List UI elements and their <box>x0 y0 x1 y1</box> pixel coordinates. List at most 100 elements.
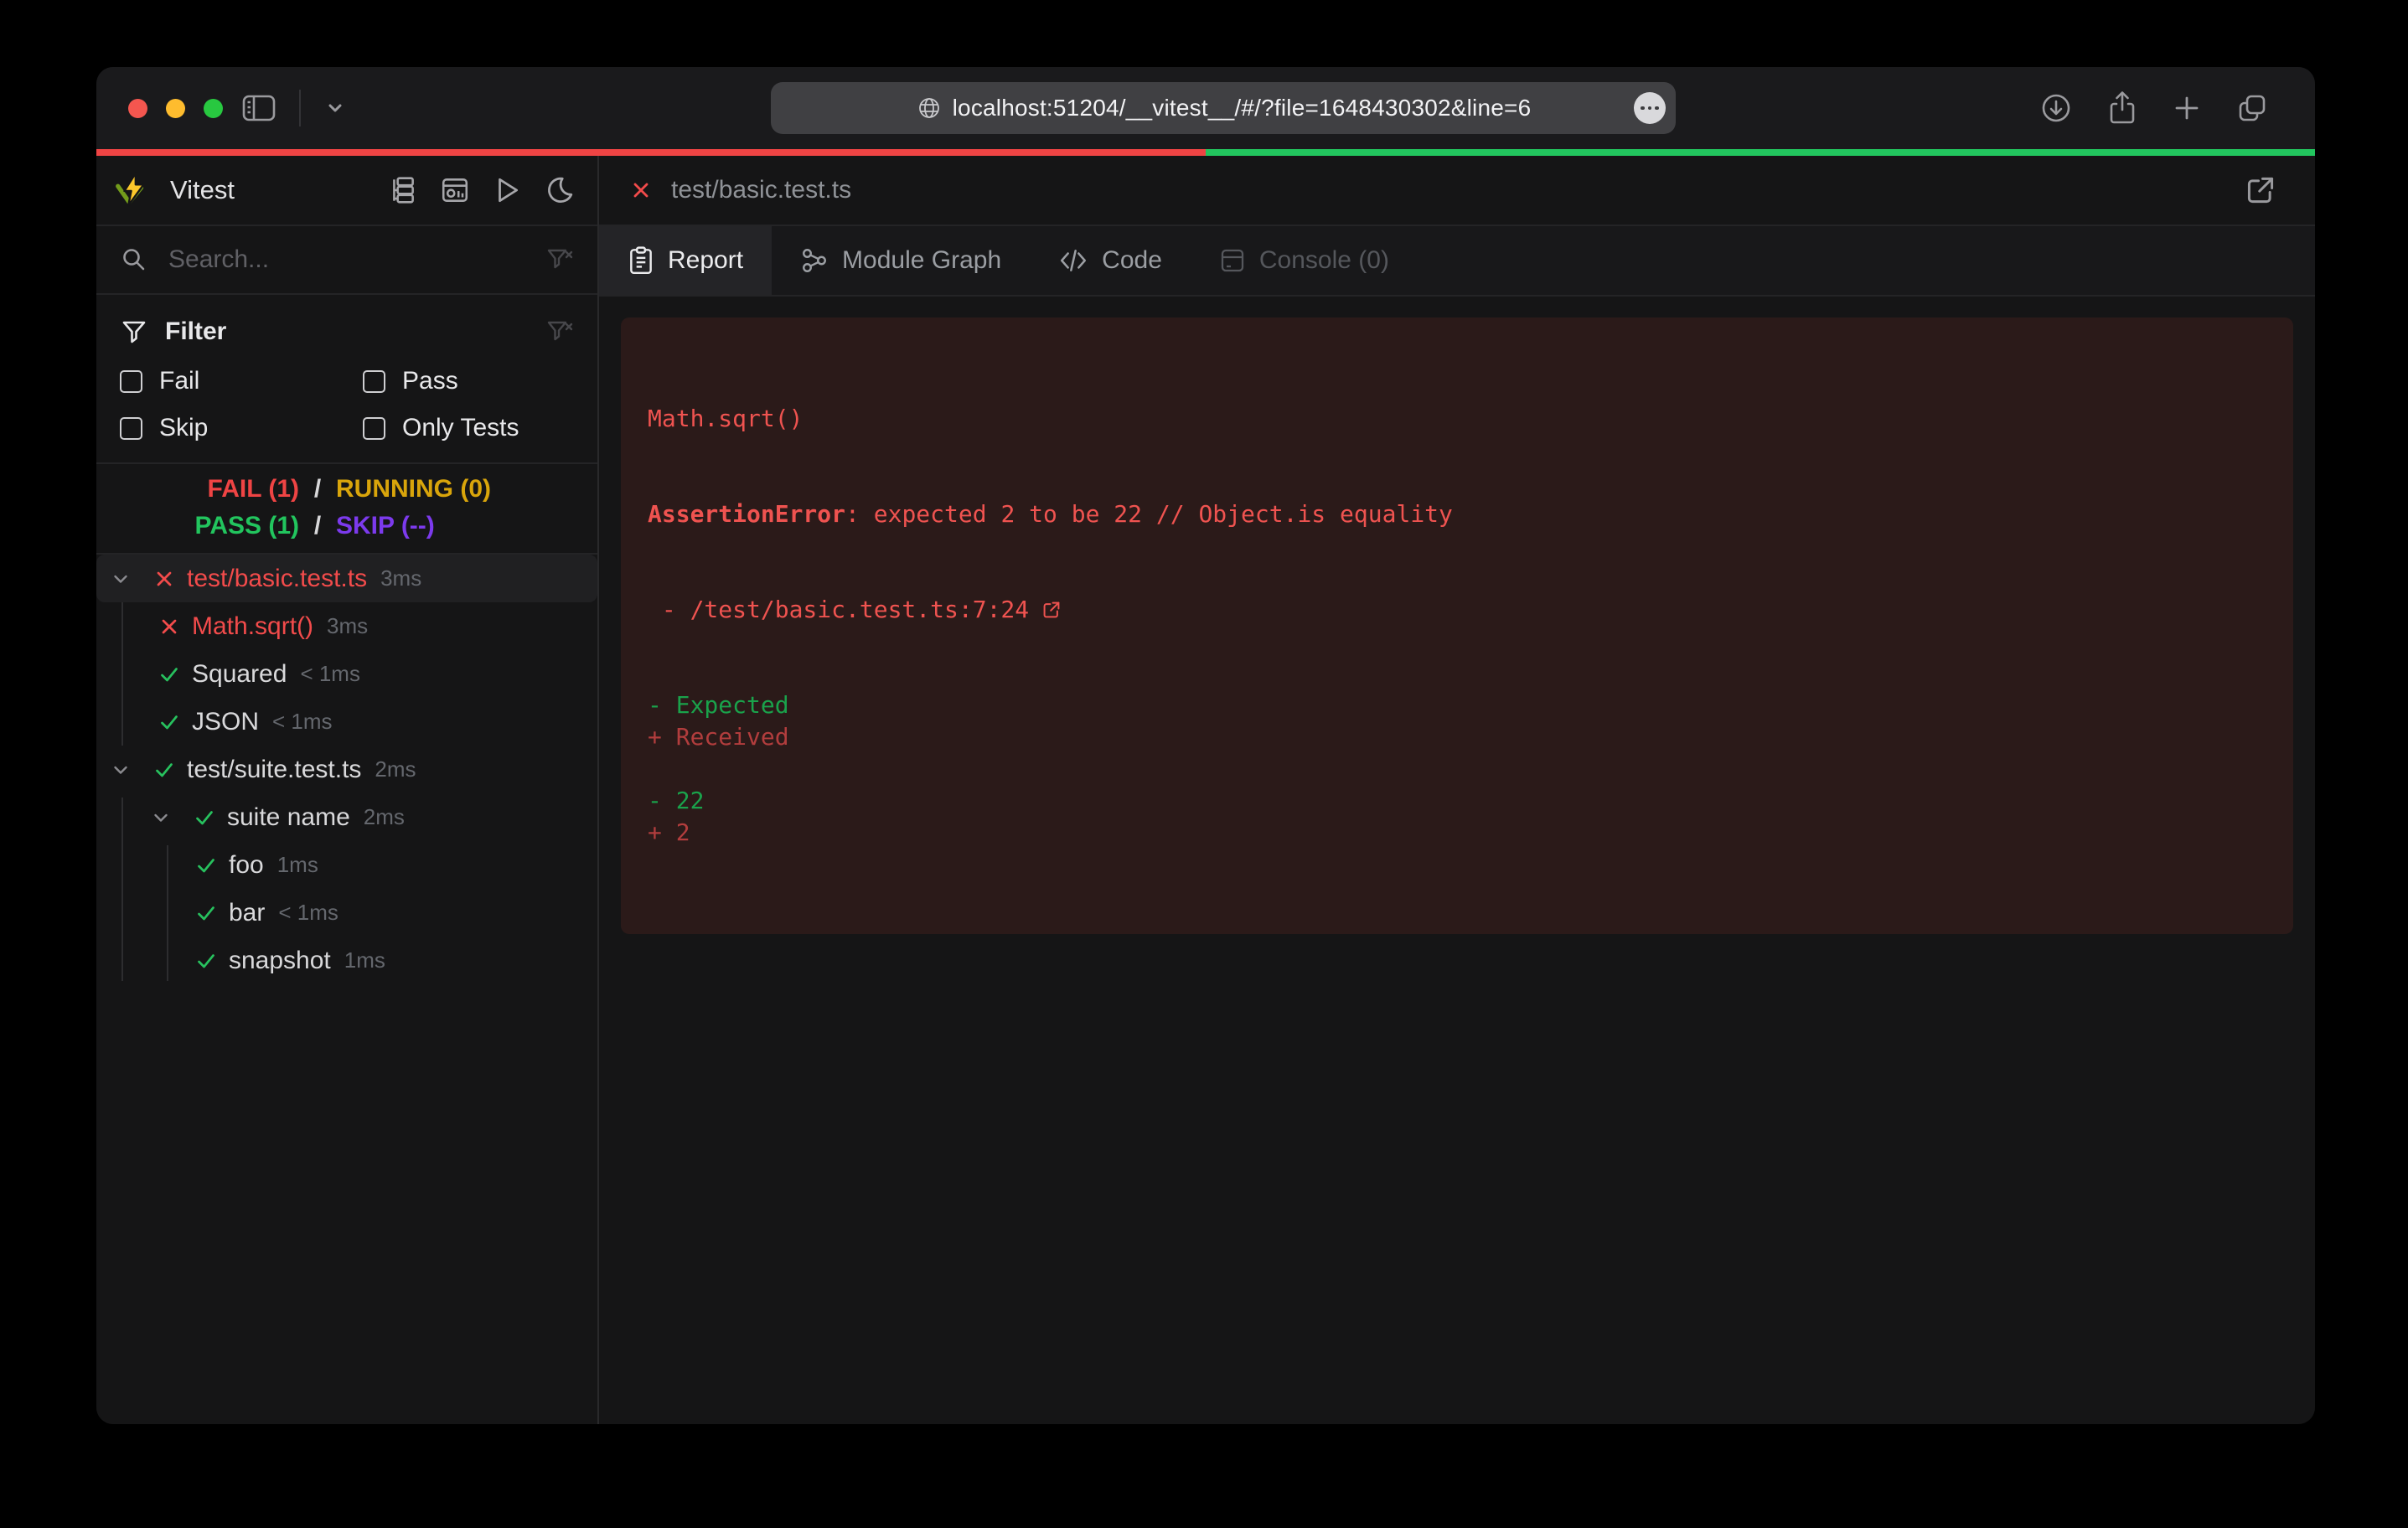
console-icon <box>1219 247 1246 274</box>
minimize-window-button[interactable] <box>166 99 185 118</box>
tab-module-graph[interactable]: Module Graph <box>772 226 1030 295</box>
tree-row[interactable]: foo 1ms <box>96 841 597 889</box>
new-tab-icon[interactable] <box>2171 92 2203 124</box>
module-graph-icon <box>800 246 829 275</box>
app-title: Vitest <box>170 175 388 205</box>
browser-toolbar: localhost:51204/__vitest__/#/?file=16484… <box>96 67 2315 149</box>
vitest-logo <box>113 171 152 209</box>
chevron-down-icon[interactable] <box>323 96 348 121</box>
search-input[interactable] <box>168 245 525 274</box>
filter-option-label: Pass <box>402 367 458 395</box>
test-duration: < 1ms <box>272 709 333 735</box>
test-duration: 1ms <box>344 947 385 973</box>
error-message: : expected 2 to be 22 // Object.is equal… <box>845 498 1453 530</box>
tree-row[interactable]: test/suite.test.ts 2ms <box>96 746 597 793</box>
tab-report[interactable]: Report <box>599 226 772 295</box>
test-name: test/suite.test.ts <box>187 756 361 784</box>
report-icon <box>628 245 654 276</box>
dashboard-icon[interactable] <box>440 175 470 205</box>
open-in-editor-icon[interactable] <box>1041 599 1062 621</box>
sidebar: Vitest <box>96 156 599 1424</box>
clear-filter-icon[interactable] <box>545 317 574 346</box>
tree-row[interactable]: JSON < 1ms <box>96 698 597 746</box>
diff-line-expected: - Expected <box>648 689 2266 721</box>
test-name: test/basic.test.ts <box>187 565 367 593</box>
pass-check-icon <box>195 950 217 972</box>
test-duration: 1ms <box>277 852 318 878</box>
status-separator: / <box>311 475 324 503</box>
filter-option-label: Skip <box>159 414 208 442</box>
status-separator: / <box>311 512 324 540</box>
test-duration: < 1ms <box>300 661 360 687</box>
tree-row[interactable]: snapshot1ms <box>96 937 597 984</box>
browser-window: localhost:51204/__vitest__/#/?file=16484… <box>96 67 2315 1424</box>
test-name: foo <box>229 851 264 880</box>
failed-test-name: Math.sqrt() <box>648 403 2266 435</box>
filter-option-only-tests[interactable]: Only Tests <box>363 414 574 442</box>
filter-option-fail[interactable]: Fail <box>120 367 363 395</box>
assertion-error-line: AssertionError: expected 2 to be 22 // O… <box>648 498 2266 530</box>
downloads-icon[interactable] <box>2039 90 2074 126</box>
skip-count: SKIP (--) <box>336 512 597 540</box>
search-bar <box>96 226 597 295</box>
fail-x-icon <box>158 616 180 638</box>
dark-mode-toggle-icon[interactable] <box>544 175 574 205</box>
share-icon[interactable] <box>2106 90 2139 126</box>
tree-row[interactable]: suite name 2ms <box>96 793 597 841</box>
code-icon <box>1058 247 1088 274</box>
tree-row[interactable]: Math.sqrt()3ms <box>96 602 597 650</box>
pass-check-icon <box>195 854 217 876</box>
filter-option-pass[interactable]: Pass <box>363 367 574 395</box>
file-header: test/basic.test.ts <box>599 156 2315 226</box>
test-duration: 2ms <box>375 756 416 782</box>
test-name: JSON <box>192 708 259 736</box>
tab-label: Report <box>668 246 743 275</box>
running-count: RUNNING (0) <box>336 475 597 503</box>
pass-check-icon <box>153 759 175 781</box>
toolbar-divider <box>299 90 301 126</box>
tree-row[interactable]: bar< 1ms <box>96 889 597 937</box>
tree-row[interactable]: Squared < 1ms <box>96 650 597 698</box>
tab-code[interactable]: Code <box>1030 226 1191 295</box>
filter-option-skip[interactable]: Skip <box>120 414 363 442</box>
stack-trace-line[interactable]: - /test/basic.test.ts:7:24 <box>648 594 2266 626</box>
progress-pass-segment <box>1206 149 2315 156</box>
checkbox[interactable] <box>363 370 385 393</box>
filter-option-label: Fail <box>159 367 199 395</box>
clear-search-filter-icon[interactable] <box>545 245 574 274</box>
open-external-icon[interactable] <box>2243 173 2278 208</box>
filter-option-label: Only Tests <box>402 414 519 442</box>
test-name: Math.sqrt() <box>192 612 313 641</box>
test-duration: 2ms <box>364 804 405 830</box>
error-type: AssertionError <box>648 498 845 530</box>
test-name: Squared <box>192 660 287 689</box>
zoom-window-button[interactable] <box>204 99 223 118</box>
chevron-down-icon[interactable] <box>110 759 132 781</box>
test-progress-bar <box>96 149 2315 156</box>
checkbox[interactable] <box>120 417 142 440</box>
tree-view-toggle-icon[interactable] <box>388 175 418 205</box>
pass-check-icon <box>158 711 180 733</box>
diff-line-expected: - 22 <box>648 785 2266 817</box>
diff-line-blank <box>648 753 2266 785</box>
report-content: Math.sqrt() AssertionError: expected 2 t… <box>599 297 2315 1424</box>
test-name: suite name <box>227 803 350 832</box>
chevron-down-icon[interactable] <box>150 807 172 829</box>
close-window-button[interactable] <box>128 99 147 118</box>
pass-check-icon <box>194 807 215 829</box>
tree-row[interactable]: test/basic.test.ts3ms <box>96 555 597 602</box>
fail-x-icon <box>629 178 653 202</box>
pass-count: PASS (1) <box>96 512 299 540</box>
tab-overview-icon[interactable] <box>2235 90 2270 126</box>
filter-options: Fail Pass Skip Only Tests <box>120 367 574 442</box>
tab-console[interactable]: Console (0) <box>1191 226 1418 295</box>
page-settings-ellipsis-icon[interactable] <box>1634 92 1666 124</box>
chevron-down-icon[interactable] <box>110 568 132 590</box>
checkbox[interactable] <box>120 370 142 393</box>
run-all-tests-icon[interactable] <box>492 175 522 205</box>
tab-label: Console (0) <box>1259 246 1389 275</box>
sidebar-toggle-icon[interactable] <box>240 91 277 125</box>
error-report-panel: Math.sqrt() AssertionError: expected 2 t… <box>621 317 2293 934</box>
address-bar[interactable]: localhost:51204/__vitest__/#/?file=16484… <box>771 82 1676 134</box>
checkbox[interactable] <box>363 417 385 440</box>
